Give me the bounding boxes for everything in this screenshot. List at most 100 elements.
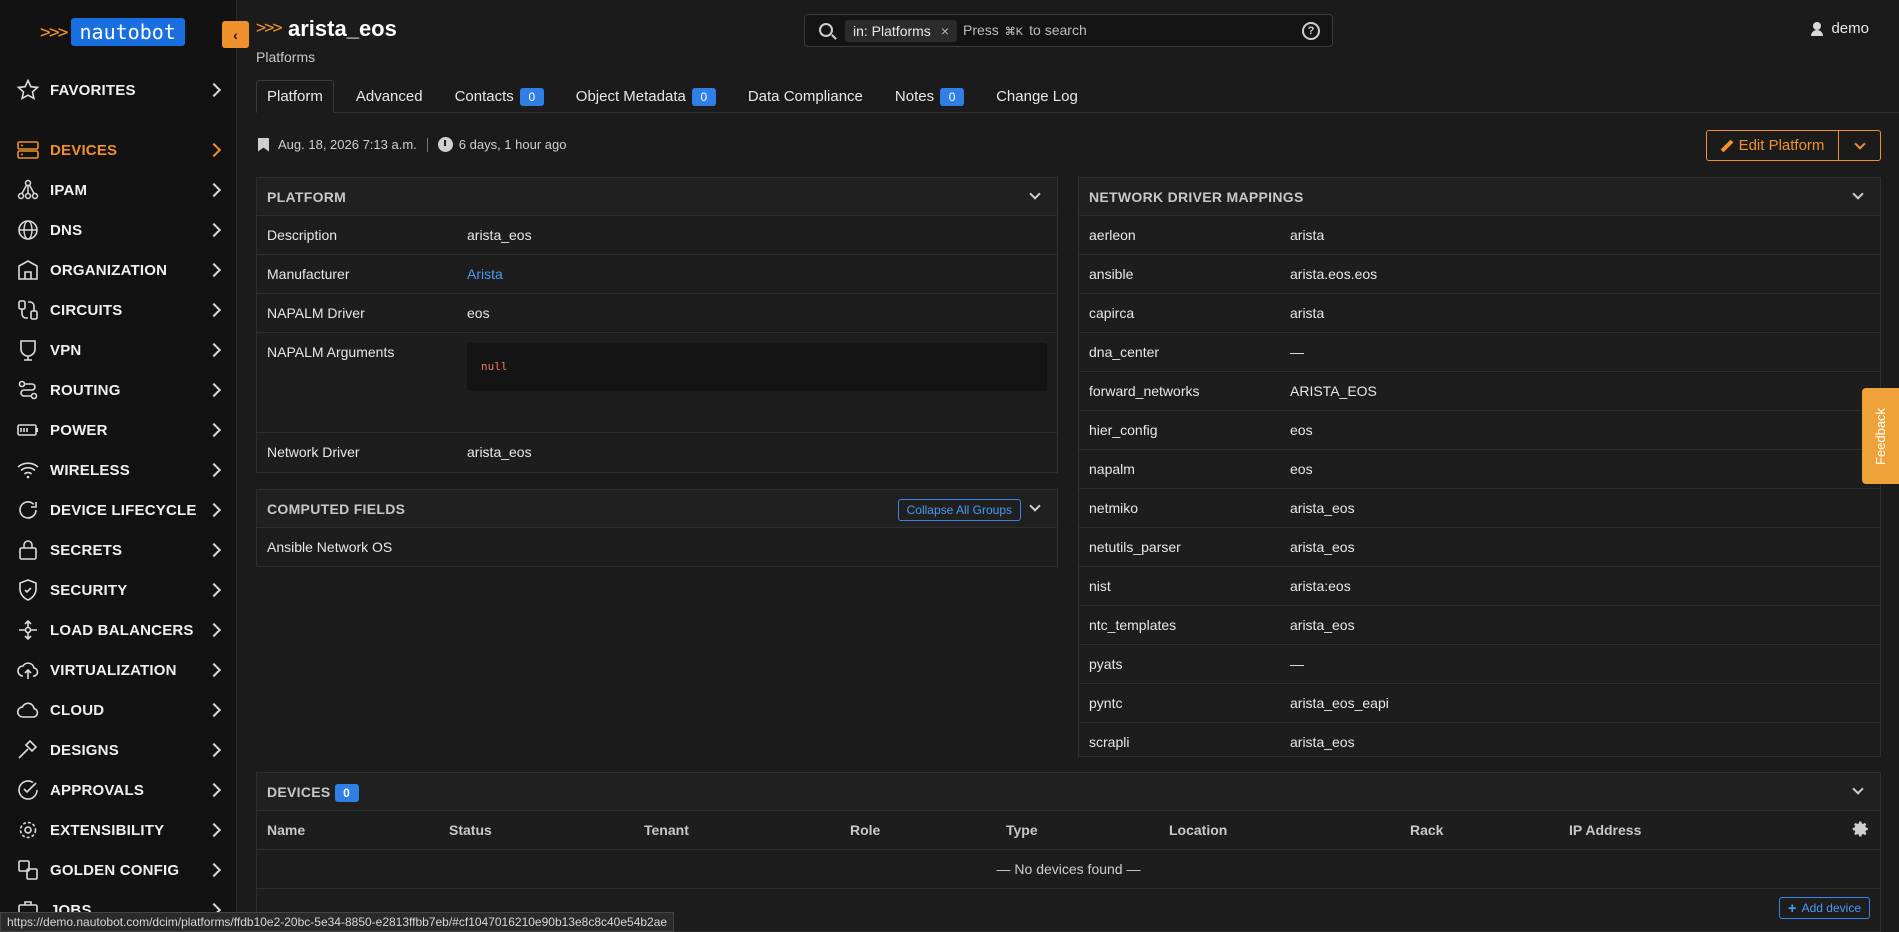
column-type[interactable]: Type: [1006, 822, 1038, 838]
chevron-right-icon: [206, 822, 222, 838]
edit-platform-button-group: Edit Platform: [1706, 130, 1881, 161]
sidebar-item-device-lifecycle[interactable]: DEVICE LIFECYCLE: [0, 493, 236, 527]
tab-label: Notes: [894, 88, 935, 105]
edit-dropdown-toggle[interactable]: [1839, 131, 1880, 160]
tab-advanced[interactable]: Advanced: [346, 80, 433, 113]
sidebar-item-cloud[interactable]: CLOUD: [0, 693, 236, 727]
close-icon[interactable]: ×: [941, 23, 949, 39]
search-placeholder: Press ⌘K to search: [963, 22, 1087, 38]
chevron-right-icon: [206, 222, 222, 238]
mapping-row: napalm eos: [1079, 450, 1880, 489]
tab-label: Contacts: [454, 88, 514, 105]
chevron-right-icon: [206, 862, 222, 878]
sidebar-item-ipam[interactable]: IPAM: [0, 173, 236, 207]
table-config-gear-icon[interactable]: [1852, 820, 1870, 838]
sidebar-item-designs[interactable]: DESIGNS: [0, 733, 236, 767]
chevron-down-icon[interactable]: [1852, 783, 1864, 795]
chevron-right-icon: [206, 582, 222, 598]
sidebar-item-approvals[interactable]: APPROVALS: [0, 773, 236, 807]
column-status[interactable]: Status: [449, 822, 492, 838]
chevron-down-icon[interactable]: [1029, 188, 1041, 200]
building-icon: [16, 258, 40, 282]
code-block: null: [467, 343, 1047, 391]
cog-icon: [16, 818, 40, 842]
sidebar-item-power[interactable]: POWER: [0, 413, 236, 447]
sidebar-item-devices[interactable]: DEVICES: [0, 133, 236, 167]
sidebar-item-label: ROUTING: [50, 381, 121, 399]
search-icon: [819, 23, 833, 37]
tab-platform[interactable]: Platform: [256, 80, 334, 113]
panel-header[interactable]: COMPUTED FIELDS Collapse All Groups: [257, 490, 1057, 528]
row-key: NAPALM Arguments: [267, 344, 395, 360]
app-root: >>> nautobot FAVORITES DEVICES IPAM DNS: [0, 0, 1899, 932]
search-scope-chip[interactable]: in: Platforms ×: [845, 20, 957, 42]
chevron-down-icon[interactable]: [1029, 500, 1041, 512]
help-icon[interactable]: ?: [1302, 22, 1320, 40]
mapping-row: pyntc arista_eos_eapi: [1079, 684, 1880, 723]
chevron-right-icon: [206, 182, 222, 198]
search-input[interactable]: in: Platforms × Press ⌘K to search ?: [804, 14, 1333, 47]
mapping-row: hier_config eos: [1079, 411, 1880, 450]
feedback-tab[interactable]: Feedback: [1862, 388, 1899, 484]
tab-object-metadata[interactable]: Object Metadata 0: [566, 80, 726, 113]
column-tenant[interactable]: Tenant: [644, 822, 689, 838]
nautobot-logo[interactable]: >>> nautobot: [40, 18, 185, 46]
mapping-row: netutils_parser arista_eos: [1079, 528, 1880, 567]
sidebar-item-routing[interactable]: ROUTING: [0, 373, 236, 407]
column-ip-address[interactable]: IP Address: [1569, 822, 1641, 838]
devices-panel: DEVICES 0 Name Status Tenant Role Type Lo…: [256, 772, 1881, 932]
chevron-right-icon: [206, 782, 222, 798]
collapse-all-groups-button[interactable]: Collapse All Groups: [897, 499, 1021, 521]
username: demo: [1831, 20, 1869, 37]
column-role[interactable]: Role: [850, 822, 880, 838]
row-key: pyats: [1089, 656, 1123, 672]
sidebar-item-label: DEVICE LIFECYCLE: [50, 501, 197, 519]
detail-row: Ansible Network OS: [257, 528, 1057, 567]
search-scope-label: in: Platforms: [853, 23, 931, 39]
sidebar-item-wireless[interactable]: WIRELESS: [0, 453, 236, 487]
count-badge: 0: [519, 87, 544, 106]
manufacturer-link[interactable]: Arista: [467, 266, 503, 282]
chevron-down-icon[interactable]: [1852, 188, 1864, 200]
edit-platform-button[interactable]: Edit Platform: [1707, 131, 1839, 160]
sidebar-item-extensibility[interactable]: EXTENSIBILITY: [0, 813, 236, 847]
tab-bar: Platform Advanced Contacts 0 Object Metad…: [256, 80, 1899, 113]
sidebar-item-security[interactable]: SECURITY: [0, 573, 236, 607]
tab-change-log[interactable]: Change Log: [986, 80, 1088, 113]
column-rack[interactable]: Rack: [1410, 822, 1443, 838]
add-device-button[interactable]: + Add device: [1778, 897, 1870, 919]
panel-header[interactable]: NETWORK DRIVER MAPPINGS: [1079, 178, 1880, 216]
sidebar-collapse-button[interactable]: ‹: [222, 21, 249, 48]
column-location[interactable]: Location: [1169, 822, 1227, 838]
column-name[interactable]: Name: [267, 822, 305, 838]
row-key: pyntc: [1089, 695, 1123, 711]
tab-notes[interactable]: Notes 0: [885, 80, 974, 113]
sidebar-item-load-balancers[interactable]: LOAD BALANCERS: [0, 613, 236, 647]
row-value: arista: [1290, 305, 1325, 321]
sidebar-item-favorites[interactable]: FAVORITES: [0, 73, 236, 107]
sidebar-item-virtualization[interactable]: VIRTUALIZATION: [0, 653, 236, 687]
panel-header[interactable]: DEVICES 0: [257, 773, 1880, 811]
tab-contacts[interactable]: Contacts 0: [445, 80, 554, 113]
breadcrumb[interactable]: Platforms: [256, 49, 315, 65]
row-key: aerleon: [1089, 227, 1136, 243]
panel-header[interactable]: PLATFORM: [257, 178, 1057, 216]
user-menu[interactable]: demo: [1811, 20, 1869, 37]
plus-icon: +: [1787, 899, 1797, 917]
security-icon: [16, 578, 40, 602]
tab-label: Advanced: [355, 88, 423, 105]
sidebar-item-label: VIRTUALIZATION: [50, 661, 177, 679]
sidebar-item-circuits[interactable]: CIRCUITS: [0, 293, 236, 327]
lock-icon: [16, 538, 40, 562]
sidebar-item-label: SECRETS: [50, 541, 123, 559]
sidebar-item-secrets[interactable]: SECRETS: [0, 533, 236, 567]
tab-data-compliance[interactable]: Data Compliance: [738, 80, 873, 113]
sidebar-item-label: SECURITY: [50, 581, 128, 599]
mapping-row: nist arista:eos: [1079, 567, 1880, 606]
panel-title: DEVICES 0: [267, 784, 359, 802]
sidebar-item-organization[interactable]: ORGANIZATION: [0, 253, 236, 287]
sidebar-item-dns[interactable]: DNS: [0, 213, 236, 247]
sidebar-item-label: POWER: [50, 421, 108, 439]
sidebar-item-golden-config[interactable]: GOLDEN CONFIG: [0, 853, 236, 887]
sidebar-item-vpn[interactable]: VPN: [0, 333, 236, 367]
